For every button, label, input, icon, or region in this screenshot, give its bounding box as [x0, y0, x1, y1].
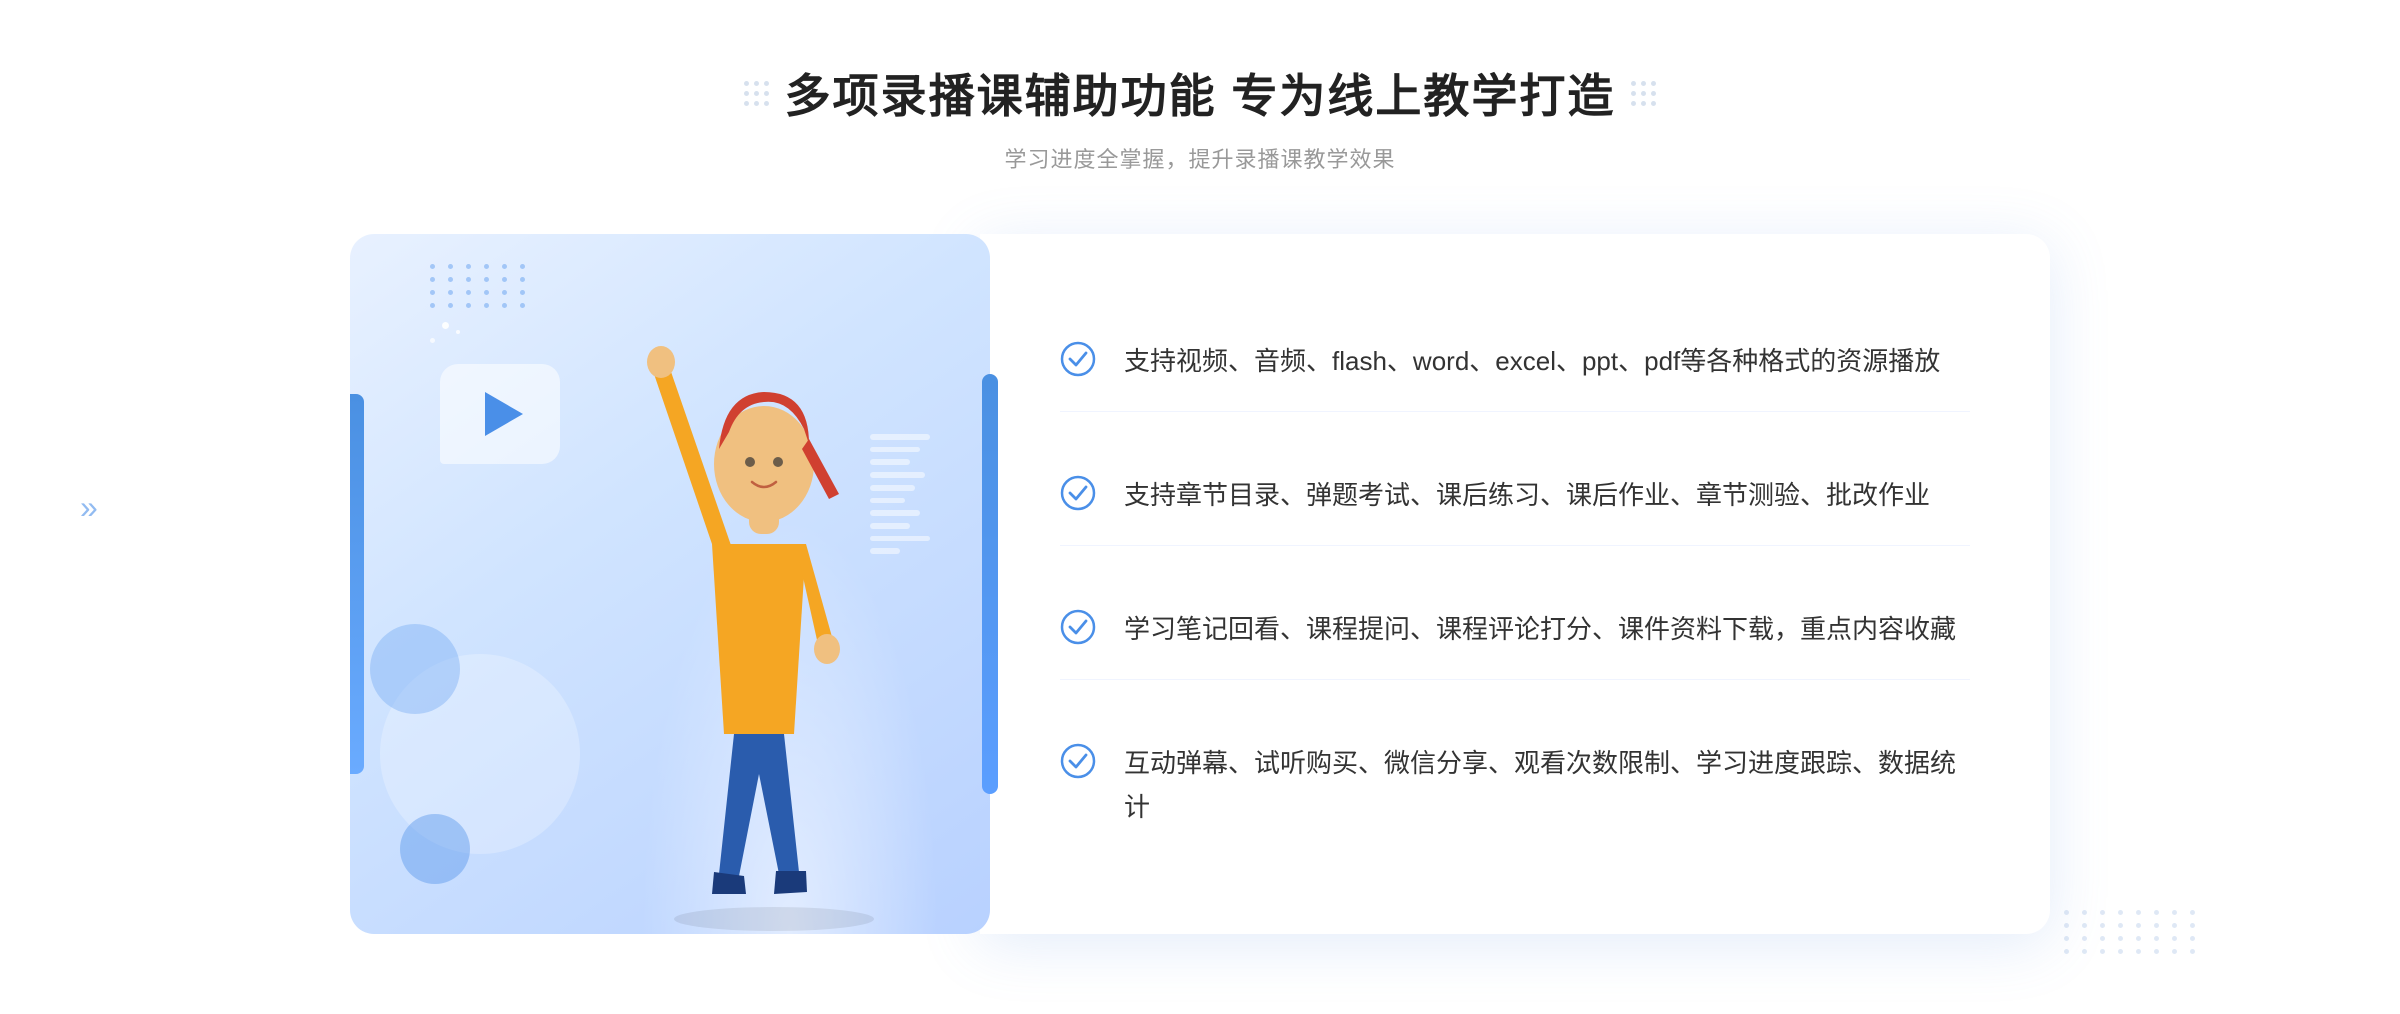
sparkle-dot — [456, 330, 460, 334]
left-chevrons-decoration: » — [80, 491, 98, 523]
deco-circle-small — [370, 624, 460, 714]
feature-item: 支持章节目录、弹题考试、课后练习、课后作业、章节测验、批改作业 — [1060, 445, 1970, 546]
left-blue-bar — [350, 394, 364, 774]
feature-text-2: 支持章节目录、弹题考试、课后练习、课后作业、章节测验、批改作业 — [1124, 473, 1930, 517]
page-wrapper: » 多项录播课辅助功能 专为线上教学打造 学习进度全掌握，提升录播课教学效果 — [0, 0, 2400, 1014]
feature-text-4: 互动弹幕、试听购买、微信分享、观看次数限制、学习进度跟踪、数据统计 — [1124, 741, 1970, 829]
left-illustration-panel — [350, 234, 990, 934]
person-illustration — [594, 254, 974, 934]
feature-item: 学习笔记回看、课程提问、课程评论打分、课件资料下载，重点内容收藏 — [1060, 579, 1970, 680]
main-content: 支持视频、音频、flash、word、excel、ppt、pdf等各种格式的资源… — [350, 234, 2050, 934]
dot-grid-top — [430, 264, 530, 308]
check-icon — [1060, 475, 1096, 511]
feature-item: 互动弹幕、试听购买、微信分享、观看次数限制、学习进度跟踪、数据统计 — [1060, 713, 1970, 857]
feature-text-3: 学习笔记回看、课程提问、课程评论打分、课件资料下载，重点内容收藏 — [1124, 607, 1956, 651]
blue-accent-bar — [982, 374, 998, 794]
header-dots-left — [744, 81, 769, 106]
features-panel: 支持视频、音频、flash、word、excel、ppt、pdf等各种格式的资源… — [980, 234, 2050, 934]
page-title: 多项录播课辅助功能 专为线上教学打造 — [785, 60, 1616, 126]
chevron-icon: » — [80, 491, 98, 523]
play-icon — [485, 392, 523, 436]
bottom-right-dots — [2064, 910, 2200, 954]
check-icon — [1060, 341, 1096, 377]
header-title-row: 多项录播课辅助功能 专为线上教学打造 — [744, 60, 1657, 126]
sparkle-dot — [430, 338, 435, 343]
header-section: 多项录播课辅助功能 专为线上教学打造 学习进度全掌握，提升录播课教学效果 — [744, 60, 1657, 174]
sparkle-decoration — [430, 322, 470, 362]
header-subtitle: 学习进度全掌握，提升录播课教学效果 — [744, 142, 1657, 174]
feature-item: 支持视频、音频、flash、word、excel、ppt、pdf等各种格式的资源… — [1060, 311, 1970, 412]
feature-text-1: 支持视频、音频、flash、word、excel、ppt、pdf等各种格式的资源… — [1124, 339, 1940, 383]
play-bubble — [440, 364, 560, 464]
sparkle-dot — [442, 322, 449, 329]
check-icon — [1060, 743, 1096, 779]
header-dots-right — [1631, 81, 1656, 106]
deco-circle-accent — [400, 814, 470, 884]
check-icon — [1060, 609, 1096, 645]
